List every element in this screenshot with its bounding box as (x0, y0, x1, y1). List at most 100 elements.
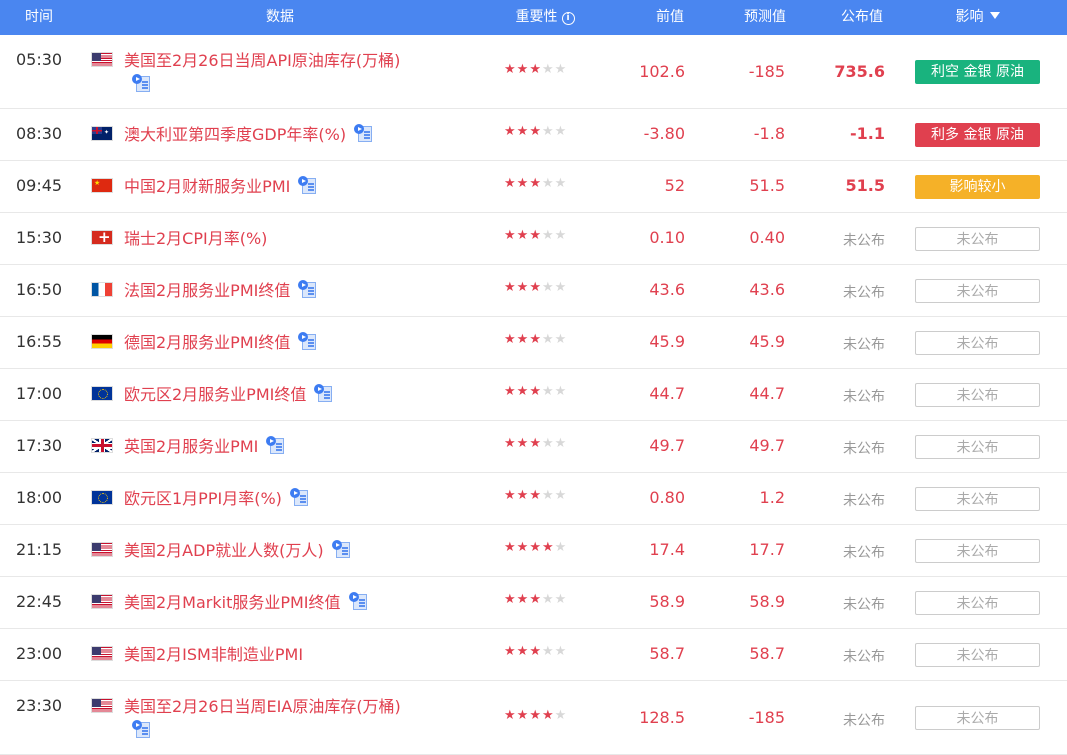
event-time: 05:30 (16, 50, 63, 69)
star-icon: ★ (529, 488, 542, 503)
country-flag-icon (91, 282, 113, 297)
star-icon: ★ (554, 280, 568, 295)
importance-stars: ★★★★★ (504, 176, 567, 191)
country-flag-icon (91, 646, 113, 661)
forecast-value: 49.7 (749, 436, 785, 455)
video-analysis-icon[interactable] (266, 436, 286, 454)
table-row[interactable]: 08:30澳大利亚第四季度GDP年率(%)★★★★★-3.80-1.8-1.1利… (0, 109, 1067, 161)
star-icon: ★ (541, 280, 555, 295)
table-row[interactable]: 23:30 美国至2月26日当周EIA原油库存(万桶) ★★★★★ 128.5 -185… (0, 681, 1067, 755)
table-row[interactable]: 18:00 欧元区1月PPI月率(%) ★★★★★ 0.80 1.2 未公布 未公布 (0, 473, 1067, 525)
table-row[interactable]: 16:55 德国2月服务业PMI终值 ★★★★★ 45.9 45.9 未公布 未公布 (0, 317, 1067, 369)
country-flag-icon (91, 52, 113, 67)
video-analysis-icon[interactable] (314, 384, 334, 402)
star-icon: ★ (516, 436, 530, 451)
table-row[interactable]: 05:30 美国至2月26日当周API原油库存(万桶) ★★★★★ 102.6 -185… (0, 35, 1067, 109)
video-analysis-icon[interactable] (298, 280, 318, 298)
video-analysis-icon[interactable] (289, 488, 310, 506)
event-name-link[interactable]: 法国2月服务业PMI终值 (124, 279, 414, 303)
forecast-value: 1.2 (759, 488, 785, 507)
table-body: 05:30 美国至2月26日当周API原油库存(万桶) ★★★★★ 102.6 -185… (0, 35, 1067, 755)
event-name-link[interactable]: 英国2月服务业PMI (124, 435, 414, 459)
star-icon: ★ (516, 332, 530, 347)
actual-value: 51.5 (845, 176, 885, 195)
video-analysis-icon[interactable] (132, 74, 152, 92)
info-icon[interactable]: i (561, 12, 575, 25)
impact-badge: 未公布 (915, 591, 1040, 615)
star-icon: ★ (504, 540, 517, 555)
video-analysis-icon[interactable] (132, 720, 152, 738)
star-icon: ★ (541, 644, 555, 659)
event-name: 美国至2月26日当周EIA原油库存(万桶) (124, 697, 401, 716)
table-row[interactable]: 17:00 欧元区2月服务业PMI终值 ★★★★★ 44.7 44.7 未公布 未公布 (0, 369, 1067, 421)
event-name-link[interactable]: 美国2月Markit服务业PMI终值 (124, 591, 414, 615)
forecast-value: 43.6 (749, 280, 785, 299)
header-impact-filter[interactable]: 影响 (915, 0, 1040, 35)
event-name-link[interactable]: 欧元区1月PPI月率(%) (124, 487, 414, 511)
event-name-link[interactable]: 美国至2月26日当周API原油库存(万桶) (124, 49, 414, 97)
star-icon: ★ (516, 228, 530, 243)
table-row[interactable]: 15:30瑞士2月CPI月率(%)★★★★★0.100.40未公布未公布 (0, 213, 1067, 265)
table-row[interactable]: 21:15 美国2月ADP就业人数(万人) ★★★★★ 17.4 17.7 未公布 未公布 (0, 525, 1067, 577)
previous-value: 45.9 (649, 332, 685, 351)
event-name-link[interactable]: 中国2月财新服务业PMI (124, 175, 414, 199)
star-icon: ★ (541, 176, 555, 191)
star-icon: ★ (504, 280, 517, 295)
event-time: 09:45 (16, 176, 63, 195)
actual-value: 未公布 (843, 285, 885, 301)
star-icon: ★ (504, 176, 517, 191)
event-name-link[interactable]: 美国2月ISM非制造业PMI (124, 643, 414, 667)
event-name-link[interactable]: 美国至2月26日当周EIA原油库存(万桶) (124, 695, 414, 743)
forecast-value: -185 (748, 62, 785, 81)
previous-value: 0.10 (649, 228, 685, 247)
event-name-link[interactable]: 德国2月服务业PMI终值 (124, 331, 414, 355)
forecast-value: 17.7 (749, 540, 785, 559)
importance-stars: ★★★★★ (504, 228, 567, 243)
event-time: 18:00 (16, 488, 63, 507)
table-row[interactable]: 23:00 美国2月ISM非制造业PMI ★★★★★ 58.7 58.7 未公布 未公布 (0, 629, 1067, 681)
importance-stars: ★★★★★ (504, 332, 567, 347)
video-analysis-icon[interactable] (348, 592, 369, 610)
event-name-link[interactable]: 澳大利亚第四季度GDP年率(%) (124, 123, 414, 147)
table-row[interactable]: 22:45 美国2月Markit服务业PMI终值 ★★★★★ 58.9 58.9 未公布未… (0, 577, 1067, 629)
importance-stars: ★★★★★ (504, 708, 567, 723)
video-analysis-icon[interactable] (354, 124, 374, 142)
video-analysis-icon[interactable] (298, 176, 318, 194)
importance-stars: ★★★★★ (504, 644, 567, 659)
actual-value: 未公布 (843, 545, 885, 561)
star-icon: ★ (554, 62, 568, 77)
impact-badge: 未公布 (915, 331, 1040, 355)
impact-badge: 未公布 (915, 643, 1040, 667)
previous-value: -3.80 (643, 124, 685, 143)
star-icon: ★ (529, 332, 542, 347)
table-row[interactable]: 16:50 法国2月服务业PMI终值 ★★★★★ 43.6 43.6 未公布 未公布 (0, 265, 1067, 317)
table-header: 时间 数据 重要性 i 前值 预测值 公布值 影响 (0, 0, 1067, 35)
actual-value: 未公布 (843, 493, 885, 509)
country-flag-icon (91, 594, 113, 609)
country-flag-icon (91, 386, 113, 401)
actual-value: 未公布 (843, 597, 885, 613)
header-importance[interactable]: 重要性 i (500, 0, 590, 35)
forecast-value: 51.5 (749, 176, 785, 195)
video-analysis-icon[interactable] (331, 540, 352, 558)
header-importance-label: 重要性 (515, 9, 558, 25)
previous-value: 49.7 (649, 436, 685, 455)
star-icon: ★ (554, 384, 568, 399)
star-icon: ★ (554, 228, 568, 243)
star-icon: ★ (554, 488, 568, 503)
event-time: 23:30 (16, 696, 63, 715)
header-data: 数据 (266, 9, 294, 25)
event-name: 德国2月服务业PMI终值 (124, 333, 291, 352)
star-icon: ★ (541, 124, 555, 139)
video-analysis-icon[interactable] (298, 332, 318, 350)
table-row[interactable]: 17:30 英国2月服务业PMI ★★★★★ 49.7 49.7 未公布 未公布 (0, 421, 1067, 473)
event-name-link[interactable]: 瑞士2月CPI月率(%) (124, 227, 414, 251)
event-name-link[interactable]: 欧元区2月服务业PMI终值 (124, 383, 414, 407)
importance-stars: ★★★★★ (504, 62, 567, 77)
star-icon: ★ (516, 280, 530, 295)
economic-calendar-table: 时间 数据 重要性 i 前值 预测值 公布值 影响 05:30 美国至2月26日当周… (0, 0, 1067, 755)
importance-stars: ★★★★★ (504, 436, 567, 451)
table-row[interactable]: 09:45中国2月财新服务业PMI★★★★★5251.551.5影响较小 (0, 161, 1067, 213)
impact-badge: 未公布 (915, 706, 1040, 730)
event-name-link[interactable]: 美国2月ADP就业人数(万人) (124, 539, 414, 563)
